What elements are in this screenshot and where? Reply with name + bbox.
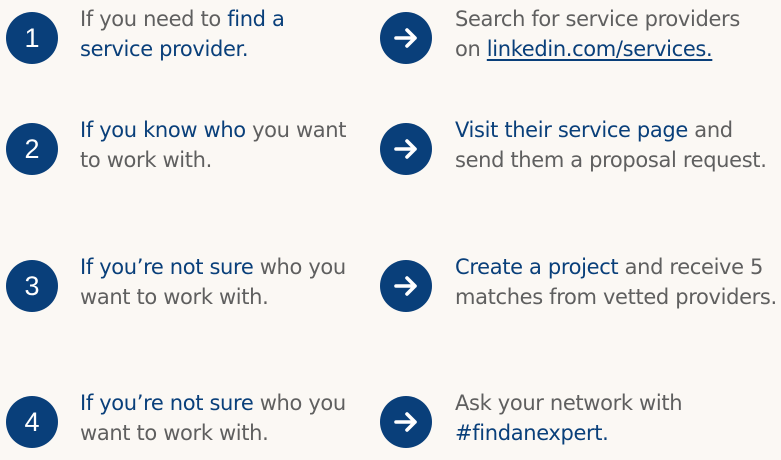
step-row-3: 3 If you’re not sure who you want to wor… <box>0 252 781 324</box>
condition-text: who you <box>253 255 347 279</box>
action-line-2: matches from vetted providers. <box>455 285 777 309</box>
step-number-badge: 3 <box>6 260 58 312</box>
condition-text: who you <box>253 391 347 415</box>
condition-line-1: If you’re not sure who you <box>80 388 346 418</box>
step-number: 4 <box>24 406 40 437</box>
step-condition: If you’re not sure who you want to work … <box>80 252 346 312</box>
action-text: and receive 5 <box>618 255 764 279</box>
step-number-badge: 1 <box>6 12 58 64</box>
action-line-1: Ask your network with <box>455 391 683 415</box>
condition-highlight: If you’re not sure <box>80 255 254 279</box>
action-line-1: Create a project and receive 5 <box>455 252 777 282</box>
arrow-badge <box>380 12 432 64</box>
services-link[interactable]: linkedin.com/services. <box>487 37 713 61</box>
step-row-2: 2 If you know who you want to work with.… <box>0 115 781 187</box>
step-condition: If you need to find a service provider. <box>80 4 285 64</box>
step-condition: If you’re not sure who you want to work … <box>80 388 346 448</box>
action-line-2: send them a proposal request. <box>455 148 767 172</box>
arrow-badge <box>380 260 432 312</box>
condition-text: you want <box>245 118 347 142</box>
arrow-right-icon <box>394 28 417 48</box>
arrow-right-icon <box>394 412 417 432</box>
condition-highlight: If you know who <box>80 118 246 142</box>
condition-line-2: to work with. <box>80 148 212 172</box>
condition-line-2: want to work with. <box>80 285 269 309</box>
guide-page: 1 If you need to find a service provider… <box>0 0 781 451</box>
step-number: 1 <box>24 22 40 53</box>
arrow-badge <box>380 123 432 175</box>
step-number: 2 <box>24 133 40 164</box>
arrow-right-icon <box>394 276 417 296</box>
condition-line-2: want to work with. <box>80 421 269 445</box>
step-row-4: 4 If you’re not sure who you want to wor… <box>0 388 781 460</box>
condition-line-1: If you need to find a <box>80 4 285 34</box>
step-action: Search for service providers on linkedin… <box>455 4 740 64</box>
condition-line-1: If you know who you want <box>80 115 347 145</box>
step-action: Ask your network with #findanexpert. <box>455 388 683 448</box>
action-highlight: Visit their service page <box>455 118 688 142</box>
action-line-2: on linkedin.com/services. <box>455 34 740 64</box>
condition-text: If you need to <box>80 7 228 31</box>
arrow-right-icon <box>394 139 417 159</box>
step-action: Visit their service page and send them a… <box>455 115 767 175</box>
condition-line-2: service provider. <box>80 34 285 64</box>
action-text: on <box>455 37 487 61</box>
step-number-badge: 4 <box>6 396 58 448</box>
condition-highlight: find a <box>227 7 285 31</box>
action-line-1: Visit their service page and <box>455 115 767 145</box>
action-line-1: Search for service providers <box>455 7 740 31</box>
hashtag-highlight: #findanexpert. <box>455 421 609 445</box>
arrow-badge <box>380 396 432 448</box>
action-line-2: #findanexpert. <box>455 418 682 448</box>
step-number: 3 <box>24 270 40 301</box>
condition-highlight: service provider. <box>80 37 249 61</box>
step-number-badge: 2 <box>6 123 58 175</box>
step-condition: If you know who you want to work with. <box>80 115 347 175</box>
action-text: and <box>687 118 733 142</box>
condition-line-1: If you’re not sure who you <box>80 252 346 282</box>
action-highlight: Create a project <box>455 255 619 279</box>
condition-highlight: If you’re not sure <box>80 391 254 415</box>
step-row-1: 1 If you need to find a service provider… <box>0 4 781 76</box>
step-action: Create a project and receive 5 matches f… <box>455 252 777 312</box>
